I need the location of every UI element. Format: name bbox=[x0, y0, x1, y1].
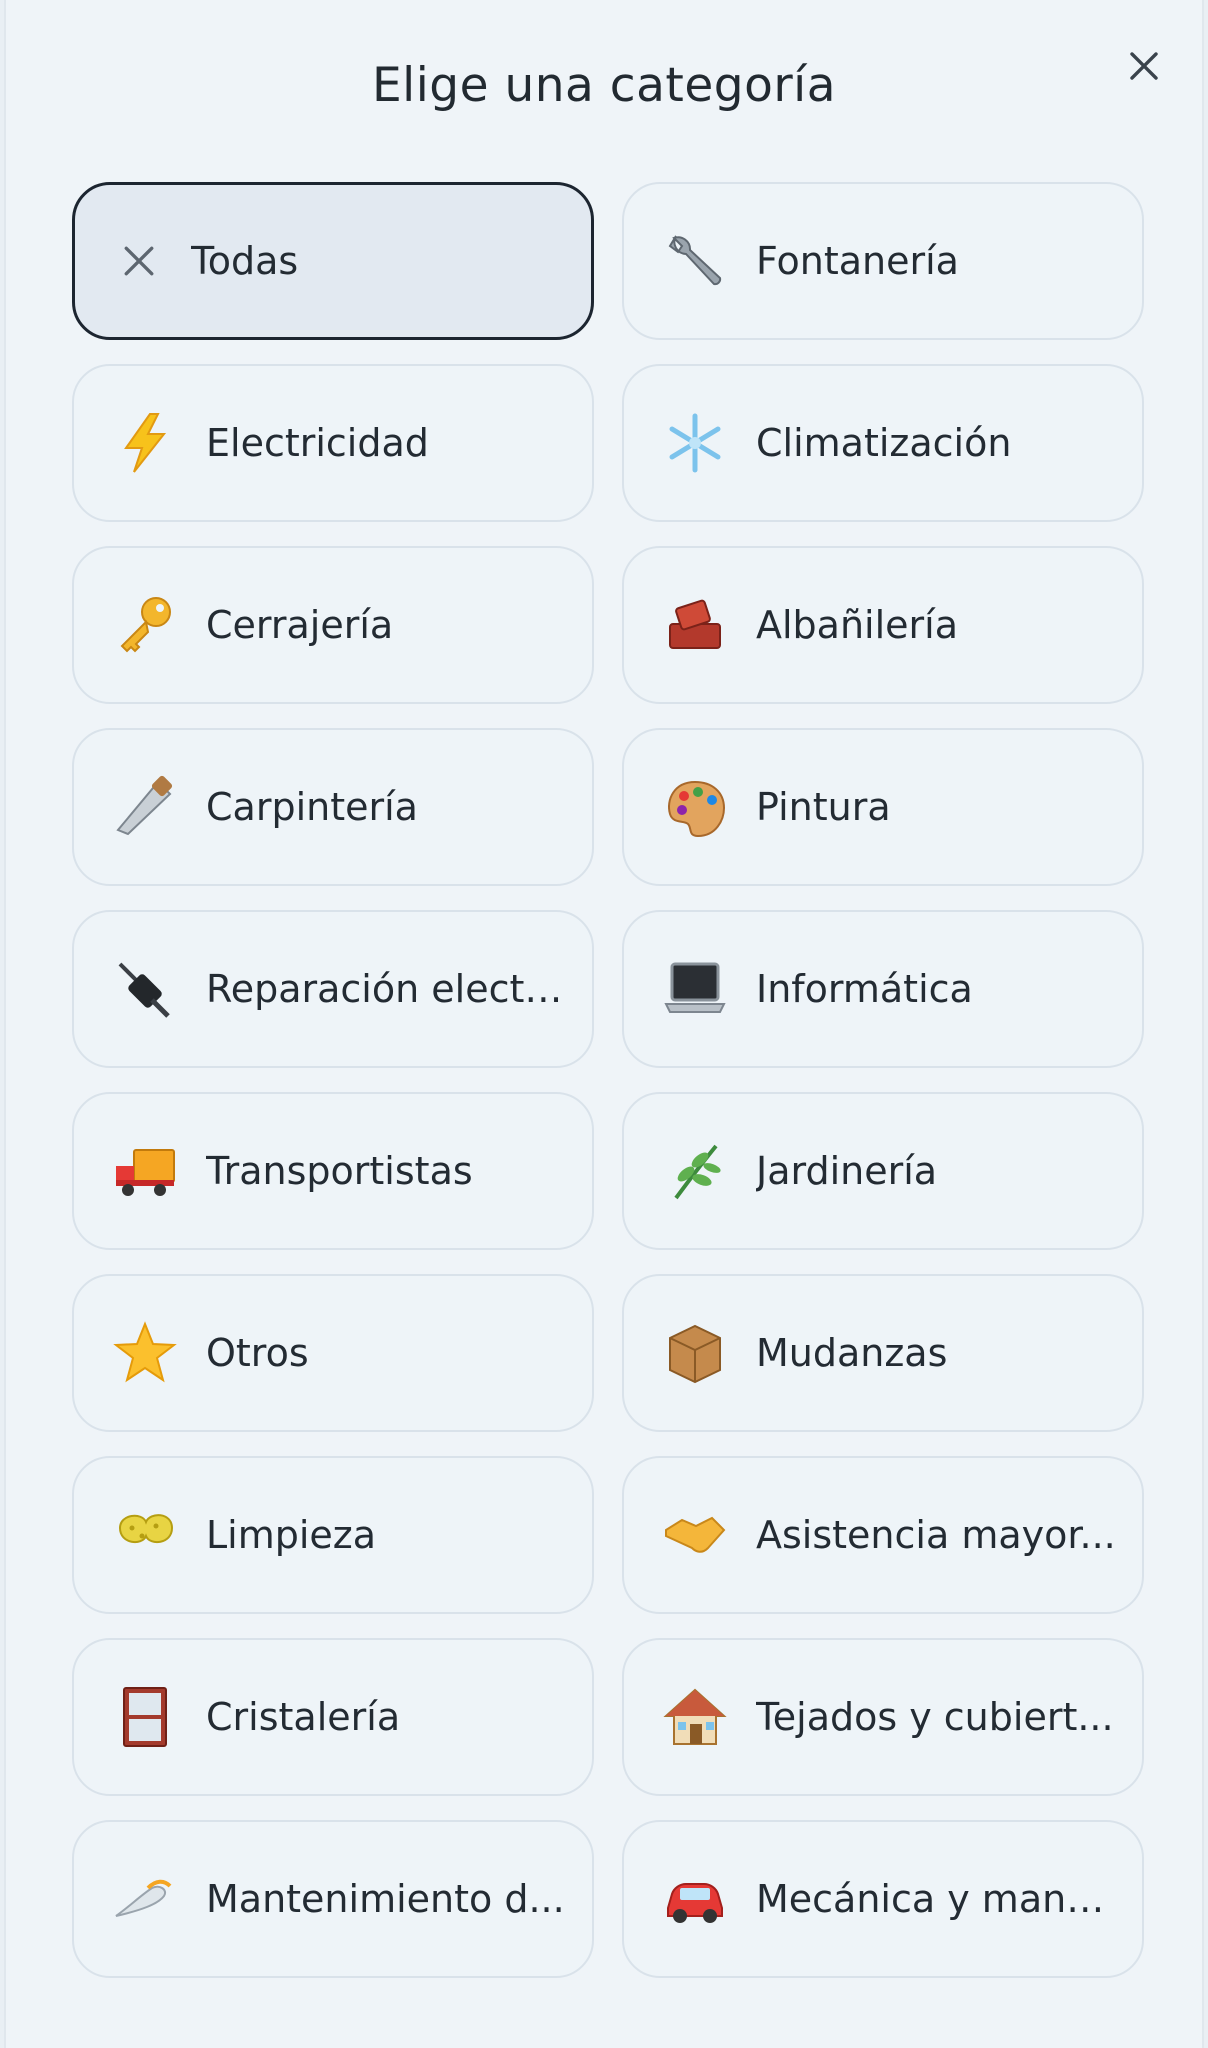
category-label: Cristalería bbox=[206, 1695, 401, 1739]
category-card-limpieza[interactable]: Limpieza bbox=[72, 1456, 594, 1614]
category-label: Cerrajería bbox=[206, 603, 394, 647]
close-icon bbox=[1130, 52, 1158, 80]
car-icon bbox=[660, 1864, 730, 1934]
category-label: Limpieza bbox=[206, 1513, 377, 1557]
category-label: Climatización bbox=[756, 421, 1012, 465]
wave-icon bbox=[110, 1864, 180, 1934]
herb-icon bbox=[660, 1136, 730, 1206]
category-card-todas[interactable]: Todas bbox=[72, 182, 594, 340]
lightning-icon bbox=[110, 408, 180, 478]
category-card-cerrajeria[interactable]: Cerrajería bbox=[72, 546, 594, 704]
package-icon bbox=[660, 1318, 730, 1388]
bricks-icon bbox=[660, 590, 730, 660]
category-card-jardineria[interactable]: Jardinería bbox=[622, 1092, 1144, 1250]
category-label: Tejados y cubiert... bbox=[756, 1695, 1114, 1739]
category-label: Transportistas bbox=[206, 1149, 473, 1193]
category-label: Reparación electr... bbox=[206, 967, 566, 1011]
category-label: Jardinería bbox=[756, 1149, 938, 1193]
category-grid: Todas Fontanería Electricidad Climatización… bbox=[72, 182, 1144, 1978]
x-icon bbox=[111, 226, 167, 296]
category-card-fontaneria[interactable]: Fontanería bbox=[622, 182, 1144, 340]
category-card-reparacion-electr[interactable]: Reparación electr... bbox=[72, 910, 594, 1068]
palette-icon bbox=[660, 772, 730, 842]
category-card-otros[interactable]: Otros bbox=[72, 1274, 594, 1432]
category-card-mecanica-y-mant[interactable]: Mecánica y mant... bbox=[622, 1820, 1144, 1978]
handshake-icon bbox=[660, 1500, 730, 1570]
key-icon bbox=[110, 590, 180, 660]
category-label: Otros bbox=[206, 1331, 309, 1375]
category-sheet: Elige una categoría Todas Fontanería Elect… bbox=[4, 0, 1204, 2048]
category-card-pintura[interactable]: Pintura bbox=[622, 728, 1144, 886]
category-label: Informática bbox=[756, 967, 973, 1011]
category-label: Albañilería bbox=[756, 603, 959, 647]
category-card-asistencia-mayor[interactable]: Asistencia mayor... bbox=[622, 1456, 1144, 1614]
category-card-climatizacion[interactable]: Climatización bbox=[622, 364, 1144, 522]
window-icon bbox=[110, 1682, 180, 1752]
sponge-icon bbox=[110, 1500, 180, 1570]
category-card-electricidad[interactable]: Electricidad bbox=[72, 364, 594, 522]
laptop-icon bbox=[660, 954, 730, 1024]
close-button[interactable] bbox=[1118, 40, 1170, 92]
house-icon bbox=[660, 1682, 730, 1752]
category-label: Todas bbox=[191, 239, 299, 283]
page-title: Elige una categoría bbox=[371, 58, 837, 113]
wrench-icon bbox=[660, 226, 730, 296]
category-label: Mecánica y mant... bbox=[756, 1877, 1116, 1921]
category-card-mudanzas[interactable]: Mudanzas bbox=[622, 1274, 1144, 1432]
category-card-albanileria[interactable]: Albañilería bbox=[622, 546, 1144, 704]
saw-icon bbox=[110, 772, 180, 842]
category-label: Mudanzas bbox=[756, 1331, 948, 1375]
category-label: Pintura bbox=[756, 785, 891, 829]
category-card-mantenimiento-d[interactable]: Mantenimiento d... bbox=[72, 1820, 594, 1978]
category-card-tejados-y-cubiert[interactable]: Tejados y cubiert... bbox=[622, 1638, 1144, 1796]
category-label: Asistencia mayor... bbox=[756, 1513, 1116, 1557]
snowflake-icon bbox=[660, 408, 730, 478]
category-card-cristaleria[interactable]: Cristalería bbox=[72, 1638, 594, 1796]
category-label: Carpintería bbox=[206, 785, 418, 829]
category-card-informatica[interactable]: Informática bbox=[622, 910, 1144, 1068]
category-label: Fontanería bbox=[756, 239, 959, 283]
category-label: Electricidad bbox=[206, 421, 429, 465]
category-card-transportistas[interactable]: Transportistas bbox=[72, 1092, 594, 1250]
truck-icon bbox=[110, 1136, 180, 1206]
star-icon bbox=[110, 1318, 180, 1388]
plug-icon bbox=[110, 954, 180, 1024]
category-card-carpinteria[interactable]: Carpintería bbox=[72, 728, 594, 886]
category-label: Mantenimiento d... bbox=[206, 1877, 565, 1921]
